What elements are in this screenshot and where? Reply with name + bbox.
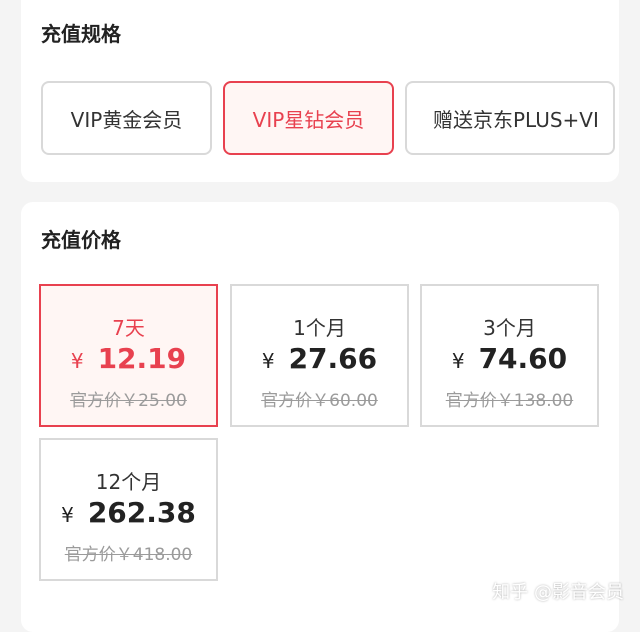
price-amount: ¥262.38 [41, 496, 216, 529]
price-option-7-days[interactable]: 7天 ¥12.19 官方价￥25.00 [39, 284, 218, 427]
price-amount: ¥12.19 [41, 342, 216, 375]
spec-option-star-diamond[interactable]: VIP星钻会员 [223, 81, 394, 155]
spec-option-gold[interactable]: VIP黄金会员 [41, 81, 212, 155]
price-section-title: 充值价格 [41, 228, 121, 252]
price-value: 74.60 [478, 342, 568, 375]
price-duration: 1个月 [293, 316, 346, 340]
price-duration: 12个月 [95, 470, 162, 494]
spec-option-jd-plus[interactable]: 赠送京东PLUS+VI [405, 81, 615, 155]
original-price: 官方价￥418.00 [64, 545, 193, 565]
price-option-3-months[interactable]: 3个月 ¥74.60 官方价￥138.00 [420, 284, 599, 427]
price-amount: ¥27.66 [232, 342, 407, 375]
spec-options-scroller[interactable]: VIP黄金会员 VIP星钻会员 赠送京东PLUS+VI [41, 81, 619, 161]
currency-symbol: ¥ [61, 503, 74, 527]
watermark: 知乎 @影音会员 [492, 582, 624, 603]
original-price: 官方价￥60.00 [261, 391, 378, 411]
price-option-12-months[interactable]: 12个月 ¥262.38 官方价￥418.00 [39, 438, 218, 581]
original-price: 官方价￥25.00 [70, 391, 187, 411]
price-value: 262.38 [87, 496, 196, 529]
price-value: 27.66 [288, 342, 378, 375]
currency-symbol: ¥ [261, 349, 275, 373]
spec-option-label: VIP星钻会员 [252, 107, 365, 132]
spec-section-title: 充值规格 [41, 22, 121, 46]
spec-card: 充值规格 VIP黄金会员 VIP星钻会员 赠送京东PLUS+VI [21, 0, 619, 182]
price-card: 充值价格 7天 ¥12.19 官方价￥25.00 1个月 ¥27.66 官方价￥… [21, 202, 619, 632]
original-price: 官方价￥138.00 [445, 391, 574, 411]
currency-symbol: ¥ [70, 349, 84, 373]
spec-option-label: 赠送京东PLUS+VI [433, 107, 599, 132]
price-duration: 7天 [112, 316, 145, 340]
price-option-1-month[interactable]: 1个月 ¥27.66 官方价￥60.00 [230, 284, 409, 427]
spec-option-label: VIP黄金会员 [70, 107, 183, 132]
price-duration: 3个月 [483, 316, 536, 340]
price-value: 12.19 [97, 342, 187, 375]
currency-symbol: ¥ [451, 349, 465, 373]
price-amount: ¥74.60 [422, 342, 597, 375]
